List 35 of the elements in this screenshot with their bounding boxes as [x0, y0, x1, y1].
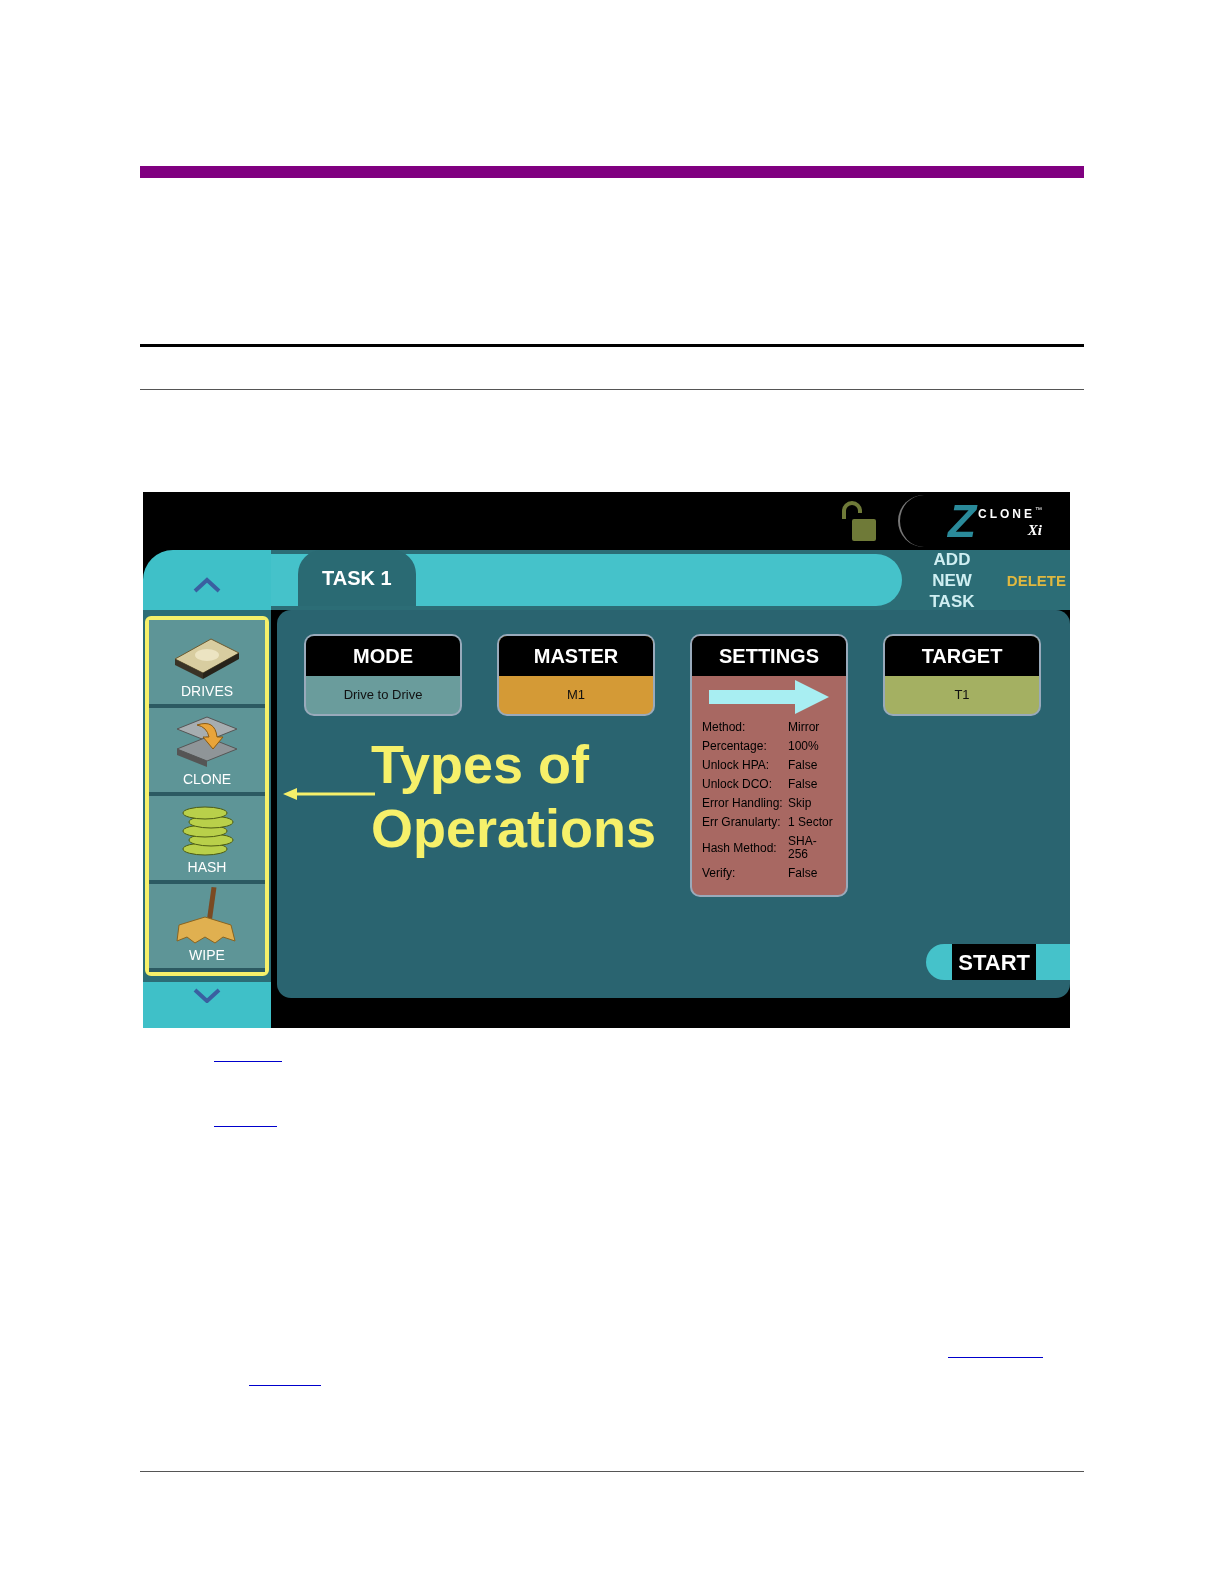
setting-label: Err Granularty: [702, 816, 782, 829]
add-task-button[interactable]: ADD NEW TASK [912, 548, 992, 612]
setting-label: Unlock DCO: [702, 778, 773, 791]
setting-label: Method: [702, 721, 747, 734]
task-tab[interactable]: TASK 1 [298, 550, 416, 606]
setting-value: Skip [788, 797, 813, 810]
chevron-up-icon [192, 577, 222, 593]
setting-label: Unlock HPA: [702, 759, 771, 772]
annotation-text: Types of Operations [371, 733, 658, 860]
setting-label: Verify: [702, 867, 737, 880]
task-card[interactable]: MODE Drive to Drive [304, 634, 462, 716]
setting-value: False [788, 759, 819, 772]
setting-value: False [788, 867, 819, 880]
setting-label: Error Handling: [702, 797, 784, 810]
chevron-down-icon [192, 987, 222, 1003]
setting-value: 100% [788, 740, 820, 753]
setting-label: Hash Method: [702, 841, 778, 855]
broom-icon [175, 885, 239, 945]
operation-item[interactable]: HASH [149, 796, 265, 884]
right-arrow-icon [709, 680, 829, 714]
scroll-up-button[interactable] [143, 550, 271, 610]
logo-wordmark: CLONE [978, 506, 1035, 521]
operation-item[interactable]: CLONE [149, 708, 265, 796]
task-card[interactable]: TARGET T1 [883, 634, 1041, 716]
setting-value: SHA-256 [788, 835, 818, 861]
setting-label: Percentage: [702, 740, 768, 753]
start-button[interactable]: START [926, 944, 1070, 980]
setting-value: False [788, 778, 819, 791]
logo-suffix: Xi [1027, 522, 1042, 538]
delete-task-button[interactable]: DELETE [1006, 569, 1066, 591]
task-card[interactable]: MASTER M1 [497, 634, 655, 716]
setting-value: Mirror [788, 721, 821, 734]
operation-item[interactable]: DRIVES [149, 620, 265, 708]
operation-item[interactable]: WIPE [149, 884, 265, 972]
setting-value: 1 Sector [788, 816, 834, 829]
